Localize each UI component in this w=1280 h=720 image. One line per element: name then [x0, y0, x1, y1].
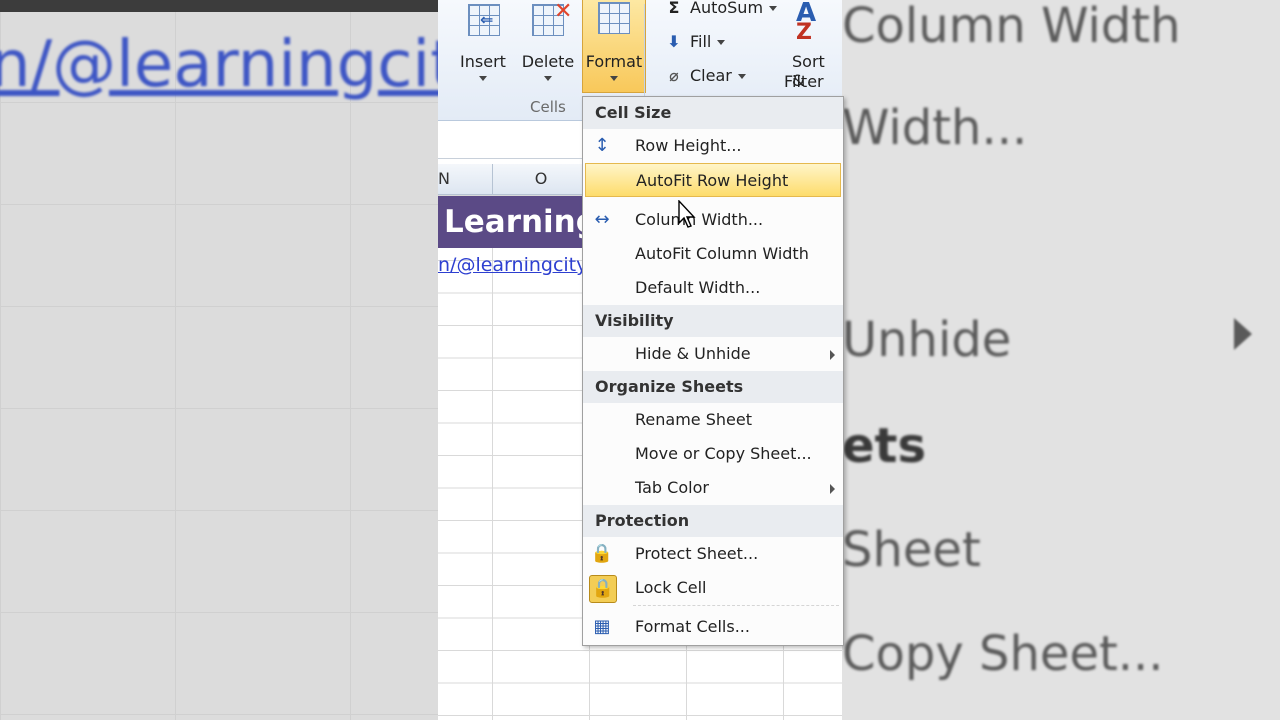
- column-width-icon: ↔: [594, 209, 610, 230]
- sort-filter-button[interactable]: A Z Sort & Filter: [784, 0, 842, 100]
- sort-z-icon: Z: [796, 20, 812, 45]
- sigma-icon: Σ: [668, 0, 680, 17]
- blurred-text-sheets: ets: [842, 418, 927, 474]
- lock-icon: 🔒: [589, 575, 617, 603]
- menu-item-rename-sheet[interactable]: Rename Sheet: [585, 403, 841, 437]
- fill-down-icon: ⬇: [667, 32, 681, 51]
- clear-label: Clear: [690, 66, 732, 85]
- format-dropdown-icon: [610, 76, 618, 81]
- format-dropdown-menu: Cell Size ↕ Row Height... AutoFit Row He…: [582, 96, 844, 646]
- banner-cell[interactable]: Learning: [438, 196, 592, 248]
- tab-color-label: Tab Color: [635, 478, 709, 497]
- insert-dropdown-icon: [479, 76, 487, 81]
- row-height-label: Row Height...: [635, 136, 742, 155]
- blurred-submenu-arrow: [1234, 318, 1252, 350]
- right-blurred-panel: Column Width Width... Unhide ets Sheet C…: [842, 0, 1280, 720]
- menu-item-tab-color[interactable]: Tab Color: [585, 471, 841, 505]
- blurred-text-unhide: Unhide: [842, 312, 1012, 368]
- section-organize-sheets: Organize Sheets: [583, 371, 843, 403]
- left-blurred-grid: [0, 0, 438, 720]
- menu-item-hide-unhide[interactable]: Hide & Unhide: [585, 337, 841, 371]
- hide-unhide-label: Hide & Unhide: [635, 344, 751, 363]
- rename-sheet-label: Rename Sheet: [635, 410, 752, 429]
- menu-item-format-cells[interactable]: ▦ Format Cells...: [585, 610, 841, 644]
- menu-item-move-copy-sheet[interactable]: Move or Copy Sheet...: [585, 437, 841, 471]
- move-copy-sheet-label: Move or Copy Sheet...: [635, 444, 812, 463]
- protect-sheet-label: Protect Sheet...: [635, 544, 759, 563]
- column-width-label: Column Width...: [635, 210, 764, 229]
- format-button[interactable]: Format: [582, 0, 646, 93]
- menu-item-lock-cell[interactable]: 🔒 Lock Cell: [585, 571, 841, 605]
- fill-button[interactable]: ⬇ Fill: [664, 32, 726, 51]
- autosum-label: AutoSum: [690, 0, 764, 17]
- blurred-text-sheet: Sheet: [842, 522, 981, 578]
- format-cells-icon: ▦: [593, 616, 611, 637]
- filter-label: Filter: [784, 72, 824, 91]
- menu-item-autofit-column-width[interactable]: AutoFit Column Width: [585, 237, 841, 271]
- blurred-link-text: n/@learningcity: [0, 28, 438, 102]
- insert-label: Insert: [460, 52, 506, 71]
- submenu-arrow-icon: [830, 484, 835, 494]
- autofit-column-width-label: AutoFit Column Width: [635, 244, 809, 263]
- menu-item-default-width[interactable]: Default Width...: [585, 271, 841, 305]
- mouse-cursor-icon: [678, 200, 696, 228]
- autosum-button[interactable]: Σ AutoSum: [664, 0, 778, 17]
- lock-cell-label: Lock Cell: [635, 578, 707, 597]
- section-protection: Protection: [583, 505, 843, 537]
- section-visibility: Visibility: [583, 305, 843, 337]
- menu-item-column-width[interactable]: ↔ Column Width...: [585, 203, 841, 237]
- clear-button[interactable]: ⌀ Clear: [664, 66, 746, 85]
- format-cells-label: Format Cells...: [635, 617, 750, 636]
- delete-button[interactable]: ✕ Delete: [518, 0, 578, 100]
- insert-arrow-icon: ⇐: [480, 10, 494, 29]
- autosum-dropdown-icon: [769, 6, 778, 11]
- fill-dropdown-icon: [717, 40, 726, 45]
- left-blurred-panel: n/@learningcity: [0, 0, 438, 720]
- default-width-label: Default Width...: [635, 278, 761, 297]
- fill-label: Fill: [690, 32, 712, 51]
- link-cell[interactable]: n/@learningcity: [438, 254, 586, 276]
- autofit-row-height-label: AutoFit Row Height: [636, 171, 789, 190]
- menu-item-autofit-row-height[interactable]: AutoFit Row Height: [585, 163, 841, 197]
- menu-item-row-height[interactable]: ↕ Row Height...: [585, 129, 841, 163]
- column-header-o[interactable]: O: [493, 164, 590, 195]
- menu-separator: [633, 605, 839, 606]
- delete-dropdown-icon: [544, 76, 552, 81]
- cells-group-label: Cells: [530, 98, 566, 116]
- left-top-bar: [0, 0, 438, 12]
- row-height-icon: ↕: [594, 135, 610, 156]
- format-label: Format: [585, 52, 643, 71]
- menu-item-protect-sheet[interactable]: 🔒 Protect Sheet...: [585, 537, 841, 571]
- blurred-text-column-width: Column Width: [842, 0, 1181, 54]
- column-header-n[interactable]: N: [438, 164, 493, 195]
- format-icon: [598, 2, 630, 34]
- delete-x-icon: ✕: [554, 0, 573, 24]
- clear-dropdown-icon: [737, 74, 746, 79]
- blurred-text-width: Width...: [842, 100, 1028, 156]
- insert-button[interactable]: ⇐ Insert: [454, 0, 512, 100]
- submenu-arrow-icon: [830, 350, 835, 360]
- delete-label: Delete: [521, 52, 575, 71]
- protect-sheet-icon: 🔒: [590, 543, 614, 564]
- blurred-text-copy-sheet: Copy Sheet...: [842, 626, 1164, 682]
- eraser-icon: ⌀: [669, 66, 679, 85]
- section-cell-size: Cell Size: [583, 97, 843, 129]
